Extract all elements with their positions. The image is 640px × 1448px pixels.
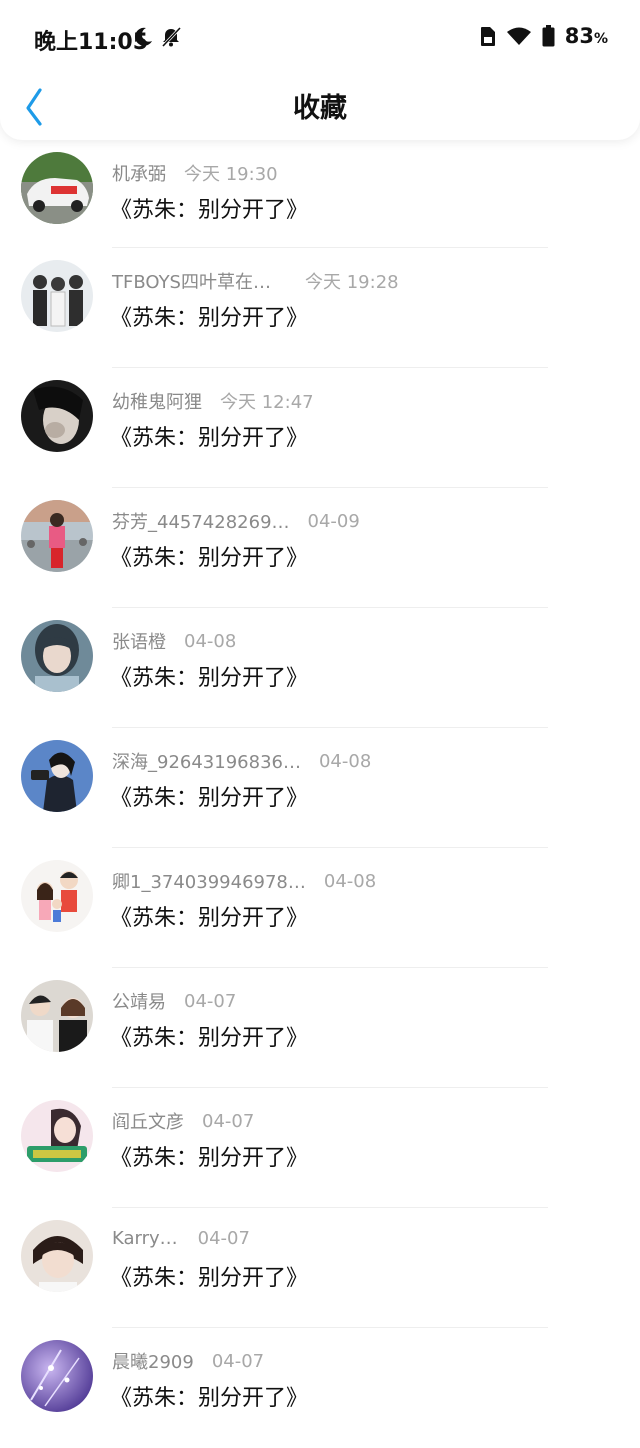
bell-off-icon — [161, 26, 182, 48]
avatar — [21, 152, 93, 224]
item-title[interactable]: 《苏朱：别分开了》 — [110, 1260, 308, 1292]
timestamp: 04-09 — [307, 510, 360, 532]
user-name[interactable]: 卿1_374039946978… — [112, 868, 306, 894]
timestamp: 今天 12:47 — [220, 392, 314, 413]
item-title[interactable]: 《苏朱：别分开了》 — [110, 1020, 308, 1052]
list-item[interactable]: 晨曦2909 04-07 《苏朱：别分开了》 — [0, 1328, 640, 1448]
list-item[interactable]: 公靖易 04-07 《苏朱：别分开了》 — [0, 968, 640, 1088]
avatar — [21, 980, 93, 1052]
avatar — [21, 740, 93, 812]
status-time: 晚上11:05 — [34, 30, 149, 55]
user-name[interactable]: 公靖易 — [112, 988, 166, 1014]
item-meta: 卿1_374039946978… 04-08 — [112, 868, 376, 894]
status-left-icons — [132, 26, 182, 48]
user-name[interactable]: Karry… — [112, 1228, 178, 1249]
item-meta: 机承弼 今天 19:30 — [112, 160, 278, 186]
avatar — [21, 620, 93, 692]
avatar — [21, 860, 93, 932]
item-meta: 幼稚鬼阿狸 今天 12:47 — [112, 388, 314, 414]
user-name[interactable]: 幼稚鬼阿狸 — [112, 388, 202, 414]
list-item[interactable]: 阎丘文彦 04-07 《苏朱：别分开了》 — [0, 1088, 640, 1208]
item-meta: 公靖易 04-07 — [112, 988, 236, 1014]
user-name[interactable]: 张语橙 — [112, 628, 166, 654]
list-item[interactable]: 机承弼 今天 19:30 《苏朱：别分开了》 — [0, 140, 640, 248]
user-name[interactable]: 深海_92643196836… — [112, 748, 301, 774]
item-meta: 晨曦2909 04-07 — [112, 1348, 264, 1374]
item-title[interactable]: 《苏朱：别分开了》 — [110, 780, 308, 812]
list-item[interactable]: 卿1_374039946978… 04-08 《苏朱：别分开了》 — [0, 848, 640, 968]
item-meta: 阎丘文彦 04-07 — [112, 1108, 254, 1134]
avatar — [21, 1340, 93, 1412]
item-title[interactable]: 《苏朱：别分开了》 — [110, 1380, 308, 1412]
timestamp: 今天 19:28 — [305, 272, 399, 293]
timestamp: 04-08 — [318, 750, 372, 772]
timestamp: 04-08 — [184, 630, 237, 652]
avatar — [21, 380, 93, 452]
item-title[interactable]: 《苏朱：别分开了》 — [110, 192, 308, 224]
status-bar: 晚上11:05 83% — [0, 0, 640, 76]
item-meta: TFBOYS四叶草在… 今天 19:28 — [112, 268, 399, 294]
avatar — [21, 1220, 93, 1292]
favorites-list: 机承弼 今天 19:30 《苏朱：别分开了》 TFBOYS四叶草在… 今天 19… — [0, 140, 640, 1448]
item-title[interactable]: 《苏朱：别分开了》 — [110, 540, 308, 572]
list-item[interactable]: TFBOYS四叶草在… 今天 19:28 《苏朱：别分开了》 — [0, 248, 640, 368]
timestamp: 04-07 — [211, 1350, 265, 1372]
avatar — [21, 260, 93, 332]
item-meta: Karry… 04-07 — [112, 1228, 250, 1249]
item-title[interactable]: 《苏朱：别分开了》 — [110, 660, 308, 692]
wifi-icon — [506, 27, 531, 45]
list-item[interactable]: 张语橙 04-08 《苏朱：别分开了》 — [0, 608, 640, 728]
status-right-icons: 83% — [480, 24, 608, 48]
user-name[interactable]: TFBOYS四叶草在… — [112, 268, 271, 294]
item-meta: 芬芳_4457428269… 04-09 — [112, 508, 360, 534]
moon-icon — [135, 27, 152, 46]
item-title[interactable]: 《苏朱：别分开了》 — [110, 1140, 308, 1172]
timestamp: 04-07 — [202, 1110, 255, 1132]
header-card: 晚上11:05 83% 收藏 — [0, 0, 640, 140]
list-item[interactable]: 深海_92643196836… 04-08 《苏朱：别分开了》 — [0, 728, 640, 848]
user-name[interactable]: 阎丘文彦 — [112, 1108, 184, 1134]
list-item[interactable]: 幼稚鬼阿狸 今天 12:47 《苏朱：别分开了》 — [0, 368, 640, 488]
timestamp: 04-08 — [323, 870, 377, 892]
page-title: 收藏 — [293, 93, 347, 124]
sim-card-icon — [480, 26, 495, 46]
item-meta: 深海_92643196836… 04-08 — [112, 748, 371, 774]
item-title[interactable]: 《苏朱：别分开了》 — [110, 300, 308, 332]
user-name[interactable]: 芬芳_4457428269… — [112, 508, 290, 534]
item-meta: 张语橙 04-08 — [112, 628, 236, 654]
list-item[interactable]: Karry… 04-07 《苏朱：别分开了》 — [0, 1208, 640, 1328]
battery-icon — [542, 25, 555, 47]
timestamp: 04-07 — [197, 1228, 250, 1249]
avatar — [21, 1100, 93, 1172]
item-title[interactable]: 《苏朱：别分开了》 — [110, 420, 308, 452]
avatar — [21, 500, 93, 572]
item-title[interactable]: 《苏朱：别分开了》 — [110, 900, 308, 932]
battery-level: 83% — [564, 24, 608, 48]
list-item[interactable]: 芬芳_4457428269… 04-09 《苏朱：别分开了》 — [0, 488, 640, 608]
timestamp: 04-07 — [184, 990, 237, 1012]
user-name[interactable]: 机承弼 — [112, 160, 166, 186]
user-name[interactable]: 晨曦2909 — [112, 1348, 194, 1374]
nav-bar: 收藏 — [0, 76, 640, 136]
timestamp: 今天 19:30 — [184, 164, 278, 185]
